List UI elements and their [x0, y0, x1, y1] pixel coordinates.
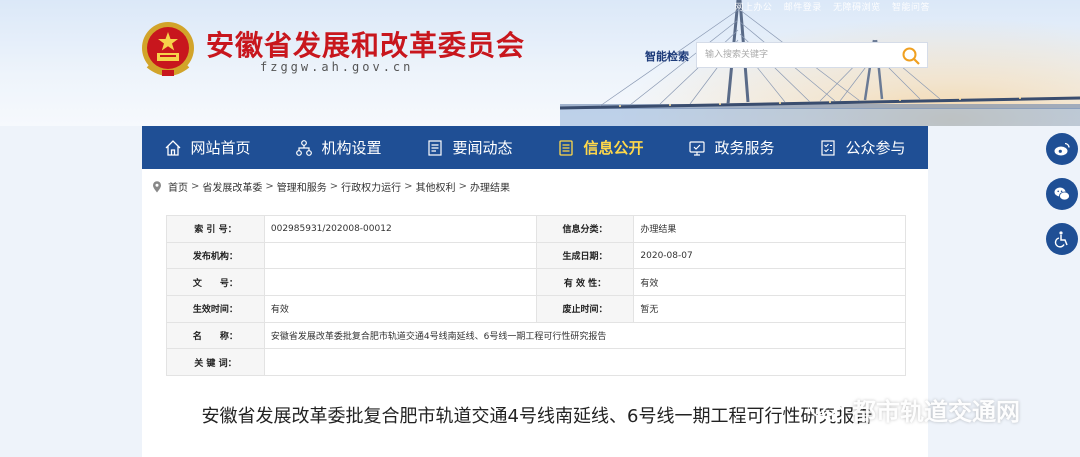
accessibility-button[interactable]	[1046, 223, 1078, 255]
table-row: 文 号： 有 效 性： 有效	[166, 268, 906, 297]
breadcrumb: 首页 > 省发展改革委 > 管理和服务 > 行政权力运行 > 其他权利 > 办理…	[152, 179, 510, 194]
abolish-label: 废止时间：	[535, 295, 635, 323]
created-value: 2020-08-07	[633, 241, 906, 270]
category-value: 办理结果	[633, 215, 906, 243]
nav-item-organization[interactable]: 机构设置	[273, 126, 404, 169]
nav-label: 公众参与	[845, 139, 906, 157]
nav-label: 信息公开	[583, 139, 644, 157]
table-row: 索 引 号： 002985931/202008-00012 信息分类： 办理结果	[166, 215, 906, 243]
doc-no-label: 文 号：	[166, 268, 265, 297]
service-icon	[689, 140, 706, 156]
table-row: 关 键 词：	[166, 348, 907, 377]
nav-item-participation[interactable]: 公众参与	[797, 126, 928, 169]
crumb-separator: >	[404, 181, 413, 192]
search-box	[696, 42, 928, 68]
name-value: 安徽省发展改革委批复合肥市轨道交通4号线南延线、6号线一期工程可行性研究报告	[263, 321, 907, 350]
search-label: 智能检索	[645, 50, 689, 63]
publisher-label: 发布机构：	[166, 241, 265, 270]
crumb-admin-power[interactable]: 行政权力运行	[341, 179, 401, 194]
effective-value: 有效	[263, 295, 537, 323]
home-icon	[166, 139, 181, 156]
nav-item-service[interactable]: 政务服务	[666, 126, 797, 169]
weibo-button[interactable]	[1046, 133, 1078, 165]
validity-label: 有 效 性：	[535, 268, 635, 297]
nav-label: 网站首页	[190, 139, 251, 157]
location-pin-icon	[153, 180, 161, 192]
wechat-icon	[1054, 187, 1070, 201]
top-link-accessible[interactable]: 无障碍浏览	[833, 3, 881, 13]
crumb-home[interactable]: 首页	[168, 179, 188, 194]
search-icon[interactable]	[901, 46, 921, 66]
org-chart-icon	[296, 139, 313, 156]
keywords-value	[263, 348, 907, 377]
watermark-text: 都市轨道交通网	[852, 398, 1020, 426]
info-table: 索 引 号： 002985931/202008-00012 信息分类： 办理结果…	[166, 215, 907, 377]
header-banner: 网上办公 邮件登录 无障碍浏览 智能问答 安徽省发展和改革委员会 fzggw.a…	[0, 0, 1080, 126]
crumb-management[interactable]: 管理和服务	[277, 179, 327, 194]
main-nav: 网站首页 机构设置 要闻动态 信息公开 政务服务 公众参与	[142, 126, 928, 169]
news-icon	[428, 139, 443, 156]
nav-item-home[interactable]: 网站首页	[142, 126, 273, 169]
wechat-logo-icon	[810, 397, 844, 421]
nav-item-info-public[interactable]: 信息公开	[535, 126, 666, 169]
nav-label: 要闻动态	[452, 139, 513, 157]
crumb-other-rights[interactable]: 其他权利	[416, 179, 456, 194]
national-emblem-icon	[142, 22, 194, 76]
accessibility-icon	[1054, 231, 1068, 248]
table-row: 生效时间： 有效 废止时间： 暂无	[166, 295, 906, 323]
nav-label: 机构设置	[321, 139, 382, 157]
category-label: 信息分类：	[535, 215, 635, 243]
site-domain: fzggw.ah.gov.cn	[260, 60, 414, 74]
crumb-commission[interactable]: 省发展改革委	[202, 179, 262, 194]
publisher-value	[263, 241, 537, 270]
top-link-office[interactable]: 网上办公	[734, 3, 772, 13]
doc-no-value	[263, 268, 537, 297]
abolish-value: 暂无	[633, 295, 906, 323]
wechat-button[interactable]	[1046, 178, 1078, 210]
site-title: 安徽省发展和改革委员会	[206, 29, 526, 62]
document-title: 安徽省发展改革委批复合肥市轨道交通4号线南延线、6号线一期工程可行性研究报告	[201, 406, 873, 427]
keywords-label: 关 键 词：	[166, 348, 265, 377]
weibo-icon	[1054, 142, 1070, 156]
top-links: 网上办公 邮件登录 无障碍浏览 智能问答	[726, 0, 930, 13]
crumb-separator: >	[458, 181, 467, 192]
nav-item-news[interactable]: 要闻动态	[404, 126, 535, 169]
info-public-icon	[559, 139, 574, 156]
validity-value: 有效	[633, 268, 906, 297]
top-link-mail[interactable]: 邮件登录	[784, 3, 822, 13]
watermark: 都市轨道交通网	[808, 392, 1020, 427]
table-row: 名 称： 安徽省发展改革委批复合肥市轨道交通4号线南延线、6号线一期工程可行性研…	[166, 321, 907, 350]
effective-label: 生效时间：	[166, 295, 265, 323]
created-label: 生成日期：	[535, 241, 635, 270]
participation-icon	[821, 139, 836, 156]
top-link-qa[interactable]: 智能问答	[892, 3, 930, 13]
index-no-value: 002985931/202008-00012	[263, 215, 537, 243]
crumb-separator: >	[329, 181, 339, 192]
table-row: 发布机构： 生成日期： 2020-08-07	[166, 241, 906, 270]
crumb-separator: >	[265, 181, 274, 192]
crumb-results[interactable]: 办理结果	[470, 179, 510, 194]
crumb-separator: >	[191, 181, 200, 192]
nav-label: 政务服务	[714, 139, 775, 157]
name-label: 名 称：	[166, 321, 265, 350]
index-no-label: 索 引 号：	[166, 215, 265, 243]
search-input[interactable]	[697, 43, 892, 67]
